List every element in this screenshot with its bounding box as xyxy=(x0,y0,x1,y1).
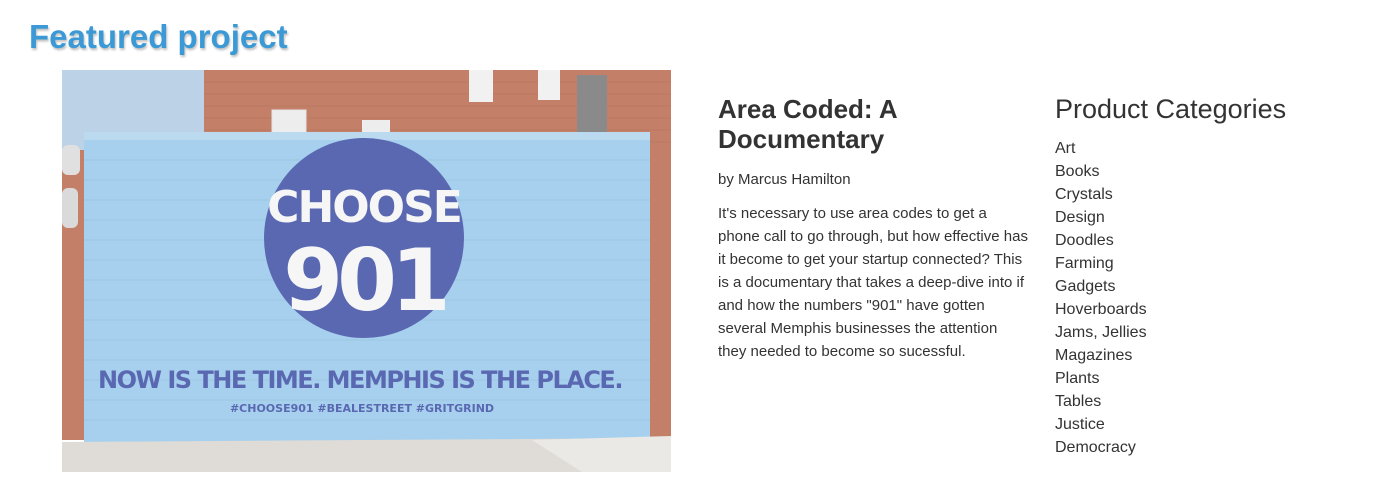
categories-title: Product Categories xyxy=(1055,94,1287,124)
category-item-gadgets[interactable]: Gadgets xyxy=(1055,275,1355,298)
product-categories: Product Categories Art Books Crystals De… xyxy=(1055,93,1355,459)
category-item-art[interactable]: Art xyxy=(1055,137,1355,160)
category-item-farming[interactable]: Farming xyxy=(1055,252,1355,275)
mural-tagline: NOW IS THE TIME. MEMPHIS IS THE PLACE. xyxy=(98,366,622,394)
category-list: Art Books Crystals Design Doodles Farmin… xyxy=(1055,137,1355,459)
category-item-crystals[interactable]: Crystals xyxy=(1055,183,1355,206)
project-title[interactable]: Area Coded: A Documentary xyxy=(718,94,1028,154)
mural-photo: CHOOSE 901 NOW IS THE TIME. MEMPHIS IS T… xyxy=(62,70,671,472)
category-item-magazines[interactable]: Magazines xyxy=(1055,344,1355,367)
category-item-jams-jellies[interactable]: Jams, Jellies xyxy=(1055,321,1355,344)
mural-hashtags: #CHOOSE901 #BEALESTREET #GRITGRIND xyxy=(230,402,494,415)
category-item-democracy[interactable]: Democracy xyxy=(1055,436,1355,459)
mural-headline-number: 901 xyxy=(283,231,445,331)
project-author: by Marcus Hamilton xyxy=(718,171,851,188)
category-item-justice[interactable]: Justice xyxy=(1055,413,1355,436)
category-item-books[interactable]: Books xyxy=(1055,160,1355,183)
category-item-hoverboards[interactable]: Hoverboards xyxy=(1055,298,1355,321)
category-item-plants[interactable]: Plants xyxy=(1055,367,1355,390)
project-description: It's necessary to use area codes to get … xyxy=(718,205,1028,360)
category-item-doodles[interactable]: Doodles xyxy=(1055,229,1355,252)
category-item-design[interactable]: Design xyxy=(1055,206,1355,229)
project-info: Area Coded: A Documentary by Marcus Hami… xyxy=(718,94,1028,363)
mural-headline-top: CHOOSE xyxy=(267,182,461,233)
featured-project-image[interactable]: CHOOSE 901 NOW IS THE TIME. MEMPHIS IS T… xyxy=(62,70,671,472)
category-item-tables[interactable]: Tables xyxy=(1055,390,1355,413)
section-title: Featured project xyxy=(29,18,288,55)
